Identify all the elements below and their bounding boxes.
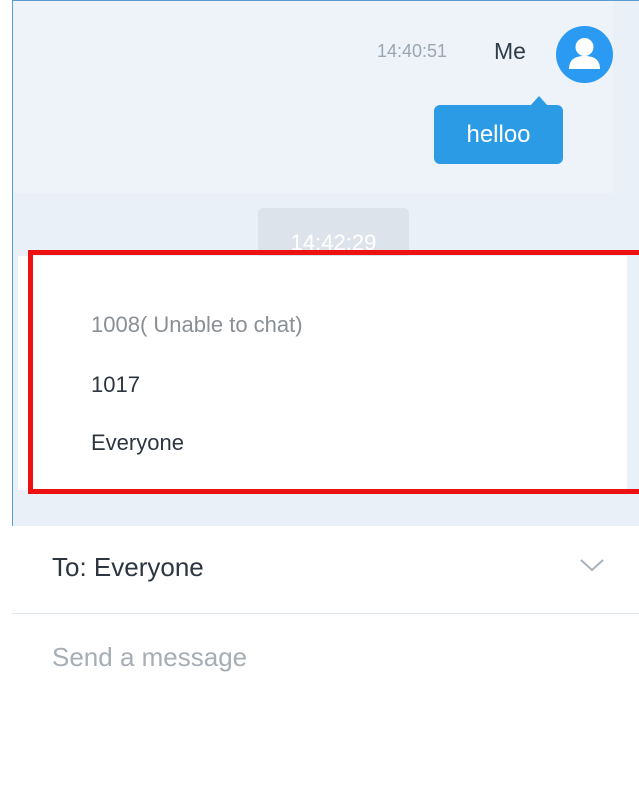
message-timestamp: 14:40:51 (377, 41, 448, 61)
recipient-select[interactable]: To: Everyone (12, 526, 639, 614)
message-bubble: helloo (434, 96, 563, 164)
user-avatar-icon (556, 26, 613, 83)
recipient-select-label: To: Everyone (52, 552, 204, 582)
message-input[interactable]: Send a message (52, 642, 247, 673)
message-text: helloo (434, 105, 563, 164)
message-compose[interactable]: Send a message (12, 614, 639, 800)
chevron-down-icon[interactable] (578, 556, 606, 574)
message-item: 14:40:51 Me helloo (13, 1, 613, 193)
message-sender: Me (494, 38, 526, 64)
highlight-box (28, 250, 639, 494)
